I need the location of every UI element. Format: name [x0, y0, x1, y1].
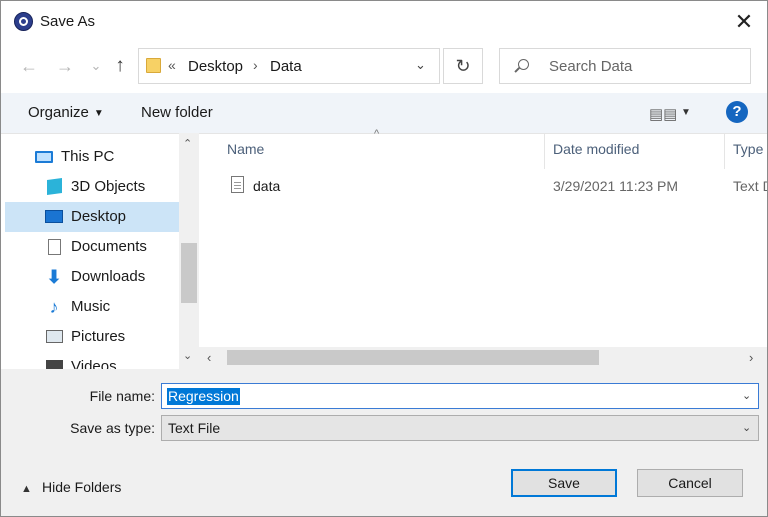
file-name-cell: data: [253, 178, 281, 194]
nav-item-pictures[interactable]: Pictures: [5, 322, 179, 352]
file-name-value[interactable]: Regression: [167, 388, 240, 405]
navigation-pane: This PC 3D Objects Desktop Documents ⬇ D…: [1, 133, 199, 369]
save-as-type-label: Save as type:: [70, 420, 155, 436]
hide-folders-caret-icon[interactable]: ▲: [21, 483, 32, 495]
3d-objects-icon: [45, 177, 63, 196]
column-header-type[interactable]: Type: [733, 141, 763, 157]
help-icon[interactable]: ?: [726, 101, 748, 123]
nav-item-label: Pictures: [71, 328, 126, 345]
view-details-icon[interactable]: ▤▤: [649, 105, 677, 123]
save-as-type-select[interactable]: Text File ⌄: [161, 415, 759, 441]
search-icon: [518, 59, 529, 70]
column-header-date-modified[interactable]: Date modified: [553, 141, 639, 157]
search-input[interactable]: Search Data: [499, 48, 751, 84]
nav-item-label: Downloads: [71, 268, 146, 285]
up-arrow-icon[interactable]: ↑: [109, 55, 131, 77]
file-date-cell: 3/29/2021 11:23 PM: [553, 178, 679, 194]
organize-label: Organize: [28, 104, 89, 121]
file-name-input[interactable]: Regression ⌄: [161, 383, 759, 409]
scroll-right-icon[interactable]: ›: [749, 350, 753, 365]
nav-item-this-pc[interactable]: This PC: [5, 142, 179, 172]
caret-down-icon: ▼: [93, 108, 104, 119]
nav-item-label: 3D Objects: [71, 178, 146, 195]
sort-ascending-icon: ^: [374, 128, 380, 140]
column-header-name[interactable]: Name: [227, 141, 264, 157]
scroll-thumb[interactable]: [181, 243, 197, 303]
command-toolbar: Organize ▼ New folder ▤▤ ▼ ?: [1, 93, 767, 134]
nav-pane-scrollbar[interactable]: ⌃ ⌄: [179, 133, 199, 369]
column-divider[interactable]: [724, 133, 725, 169]
search-placeholder: Search Data: [549, 58, 633, 75]
documents-icon: [45, 239, 63, 255]
address-bar[interactable]: « Desktop › Data ⌄: [138, 48, 440, 84]
nav-item-videos[interactable]: Videos: [5, 352, 179, 369]
file-type-cell: Text Document: [733, 178, 767, 194]
file-name-label: File name:: [89, 388, 155, 404]
scroll-left-icon[interactable]: ‹: [207, 350, 211, 365]
breadcrumb-separator-icon[interactable]: ›: [253, 57, 258, 73]
desktop-icon: [45, 209, 63, 225]
dialog-title: Save As: [40, 13, 96, 30]
scroll-down-icon[interactable]: ⌄: [183, 349, 192, 362]
save-options-panel: File name: Regression ⌄ Save as type: Te…: [1, 369, 767, 516]
organize-button[interactable]: Organize ▼: [28, 104, 104, 121]
back-arrow-icon[interactable]: ←: [18, 55, 40, 77]
scroll-up-icon[interactable]: ⌃: [183, 137, 192, 150]
address-overflow-chevron[interactable]: «: [168, 57, 176, 73]
breadcrumb-data[interactable]: Data: [270, 58, 302, 75]
new-folder-button[interactable]: New folder: [141, 104, 213, 121]
nav-item-documents[interactable]: Documents: [5, 232, 179, 262]
cancel-button[interactable]: Cancel: [637, 469, 743, 497]
title-bar: Save As ✕: [1, 1, 767, 43]
recent-locations-chevron-icon[interactable]: ⌄: [85, 55, 107, 77]
videos-icon: [45, 359, 63, 369]
downloads-icon: ⬇: [46, 267, 62, 287]
breadcrumb-desktop[interactable]: Desktop: [188, 58, 243, 75]
column-divider[interactable]: [544, 133, 545, 169]
nav-item-label: This PC: [61, 148, 115, 165]
forward-arrow-icon[interactable]: →: [54, 55, 76, 77]
nav-item-downloads[interactable]: ⬇ Downloads: [5, 262, 179, 292]
music-icon: ♪: [49, 297, 59, 317]
view-options-caret-icon[interactable]: ▼: [681, 107, 691, 118]
text-file-icon: [231, 176, 244, 193]
folder-icon: [146, 58, 161, 73]
file-list-horizontal-scrollbar[interactable]: ‹ ›: [199, 347, 767, 369]
save-button[interactable]: Save: [511, 469, 617, 497]
app-globe-icon: [14, 12, 33, 31]
nav-item-label: Desktop: [71, 208, 127, 225]
nav-item-3d-objects[interactable]: 3D Objects: [5, 172, 179, 202]
nav-item-label: Videos: [71, 358, 117, 369]
file-name-dropdown-icon[interactable]: ⌄: [742, 389, 751, 402]
this-pc-icon: [35, 149, 53, 165]
address-dropdown-icon[interactable]: ⌄: [415, 57, 426, 73]
scroll-thumb[interactable]: [227, 350, 599, 365]
refresh-icon[interactable]: ↻: [443, 48, 483, 84]
close-icon[interactable]: ✕: [731, 9, 757, 35]
save-as-type-value: Text File: [168, 420, 221, 436]
hide-folders-button[interactable]: Hide Folders: [42, 479, 121, 495]
nav-item-desktop[interactable]: Desktop: [5, 202, 179, 232]
nav-item-label: Music: [71, 298, 111, 315]
pictures-icon: [45, 329, 63, 345]
save-as-dialog: Save As ✕ ← → ⌄ ↑ « Desktop › Data ⌄ ↻ S…: [0, 0, 768, 517]
save-as-type-dropdown-icon[interactable]: ⌄: [742, 421, 751, 434]
nav-item-music[interactable]: ♪ Music: [5, 292, 179, 322]
nav-item-label: Documents: [71, 238, 147, 255]
